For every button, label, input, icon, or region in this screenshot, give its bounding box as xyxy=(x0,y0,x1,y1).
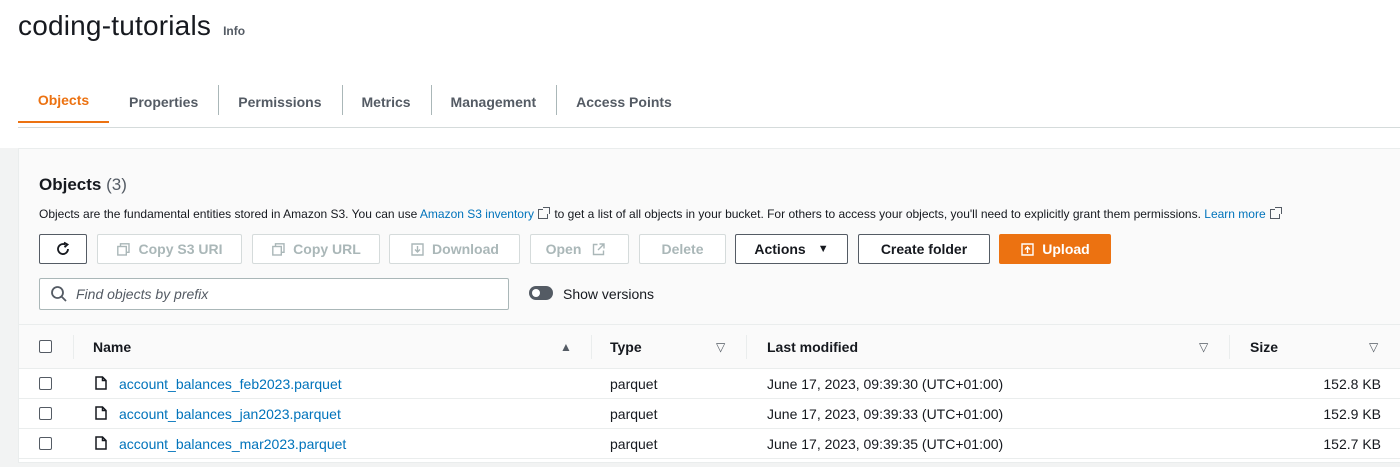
table-row[interactable]: account_balances_mar2023.parquet parquet… xyxy=(19,429,1400,459)
object-size: 152.7 KB xyxy=(1323,435,1381,452)
copy-icon xyxy=(271,242,285,256)
sort-icon[interactable]: ▽ xyxy=(1369,340,1378,354)
external-link-icon xyxy=(537,207,550,219)
column-header-size[interactable]: Size xyxy=(1250,325,1278,368)
object-name-link[interactable]: account_balances_jan2023.parquet xyxy=(119,399,341,428)
copy-s3-uri-button[interactable]: Copy S3 URI xyxy=(97,234,242,264)
copy-url-button[interactable]: Copy URL xyxy=(252,234,380,264)
create-folder-button[interactable]: Create folder xyxy=(858,234,990,264)
description-text-1: Objects are the fundamental entities sto… xyxy=(39,207,418,221)
search-box[interactable]: Find objects by prefix xyxy=(39,278,509,310)
download-icon xyxy=(410,242,424,256)
refresh-button[interactable] xyxy=(39,234,87,264)
inventory-link[interactable]: Amazon S3 inventory xyxy=(420,207,534,221)
tab-objects[interactable]: Objects xyxy=(18,78,109,123)
column-header-type[interactable]: Type xyxy=(610,325,642,368)
objects-description: Objects are the fundamental entities sto… xyxy=(39,207,1283,221)
objects-heading-label: Objects xyxy=(39,175,102,194)
sort-icon[interactable]: ▽ xyxy=(1199,340,1208,354)
row-checkbox[interactable] xyxy=(39,377,52,390)
actions-dropdown[interactable]: Actions ▼ xyxy=(735,234,848,264)
tab-bar: Objects Properties Permissions Metrics M… xyxy=(18,78,1400,128)
upload-icon xyxy=(1020,242,1034,256)
object-name-link[interactable]: account_balances_feb2023.parquet xyxy=(119,369,342,398)
copy-url-label: Copy URL xyxy=(293,241,361,257)
upload-button[interactable]: Upload xyxy=(999,234,1111,264)
refresh-icon xyxy=(57,241,70,255)
column-header-name[interactable]: Name xyxy=(93,325,131,368)
page-title: coding-tutorials xyxy=(18,10,212,41)
table-header: Name ▲ Type ▽ Last modified ▽ Size ▽ xyxy=(19,324,1400,369)
copy-icon xyxy=(116,242,130,256)
object-size: 152.8 KB xyxy=(1323,375,1381,392)
column-divider xyxy=(591,335,592,359)
show-versions-toggle[interactable] xyxy=(529,286,553,300)
file-icon xyxy=(95,376,107,390)
object-type: parquet xyxy=(610,405,658,422)
object-type: parquet xyxy=(610,435,658,452)
objects-count: (3) xyxy=(106,175,127,194)
info-link[interactable]: Info xyxy=(223,24,245,38)
tab-metrics[interactable]: Metrics xyxy=(341,82,431,121)
copy-s3-uri-label: Copy S3 URI xyxy=(138,241,223,257)
tab-access-points[interactable]: Access Points xyxy=(556,82,692,121)
open-label: Open xyxy=(545,241,582,257)
tab-management[interactable]: Management xyxy=(430,82,557,121)
column-divider xyxy=(746,335,747,359)
download-button[interactable]: Download xyxy=(389,234,520,264)
learn-more-link[interactable]: Learn more xyxy=(1204,207,1265,221)
upload-label: Upload xyxy=(1042,241,1090,257)
row-checkbox[interactable] xyxy=(39,407,52,420)
objects-heading: Objects (3) xyxy=(39,175,127,195)
open-button[interactable]: Open xyxy=(530,234,629,264)
objects-panel: Objects (3) Objects are the fundamental … xyxy=(18,148,1400,463)
object-last-modified: June 17, 2023, 09:39:35 (UTC+01:00) xyxy=(767,435,1004,452)
title-row: coding-tutorials Info xyxy=(18,10,245,42)
sort-ascending-icon[interactable]: ▲ xyxy=(560,340,572,354)
table-row[interactable]: account_balances_feb2023.parquet parquet… xyxy=(19,369,1400,399)
object-last-modified: June 17, 2023, 09:39:33 (UTC+01:00) xyxy=(767,405,1004,422)
delete-button[interactable]: Delete xyxy=(639,234,726,264)
caret-down-icon: ▼ xyxy=(817,243,829,255)
object-size: 152.9 KB xyxy=(1323,405,1381,422)
object-last-modified: June 17, 2023, 09:39:30 (UTC+01:00) xyxy=(767,375,1004,392)
description-text-2: to get a list of all objects in your buc… xyxy=(554,207,1201,221)
file-icon xyxy=(95,436,107,450)
table-row[interactable]: account_balances_jan2023.parquet parquet… xyxy=(19,399,1400,429)
objects-panel-header: Objects (3) Objects are the fundamental … xyxy=(19,149,1400,324)
select-all-checkbox[interactable] xyxy=(39,340,52,353)
object-type: parquet xyxy=(610,375,658,392)
search-icon xyxy=(51,286,67,302)
page-header: coding-tutorials Info Objects Properties… xyxy=(0,0,1400,148)
actions-label: Actions xyxy=(754,241,806,257)
search-input[interactable]: Find objects by prefix xyxy=(76,286,208,302)
object-name-link[interactable]: account_balances_mar2023.parquet xyxy=(119,429,346,458)
column-header-last-modified[interactable]: Last modified xyxy=(767,325,858,368)
tab-permissions[interactable]: Permissions xyxy=(218,82,341,121)
column-divider xyxy=(73,335,74,359)
sort-icon[interactable]: ▽ xyxy=(716,340,725,354)
external-link-icon xyxy=(591,242,605,256)
row-checkbox[interactable] xyxy=(39,437,52,450)
show-versions-label: Show versions xyxy=(563,286,655,302)
external-link-icon xyxy=(1269,207,1282,219)
tab-properties[interactable]: Properties xyxy=(109,82,218,121)
column-divider xyxy=(1229,335,1230,359)
download-label: Download xyxy=(432,241,499,257)
file-icon xyxy=(95,406,107,420)
